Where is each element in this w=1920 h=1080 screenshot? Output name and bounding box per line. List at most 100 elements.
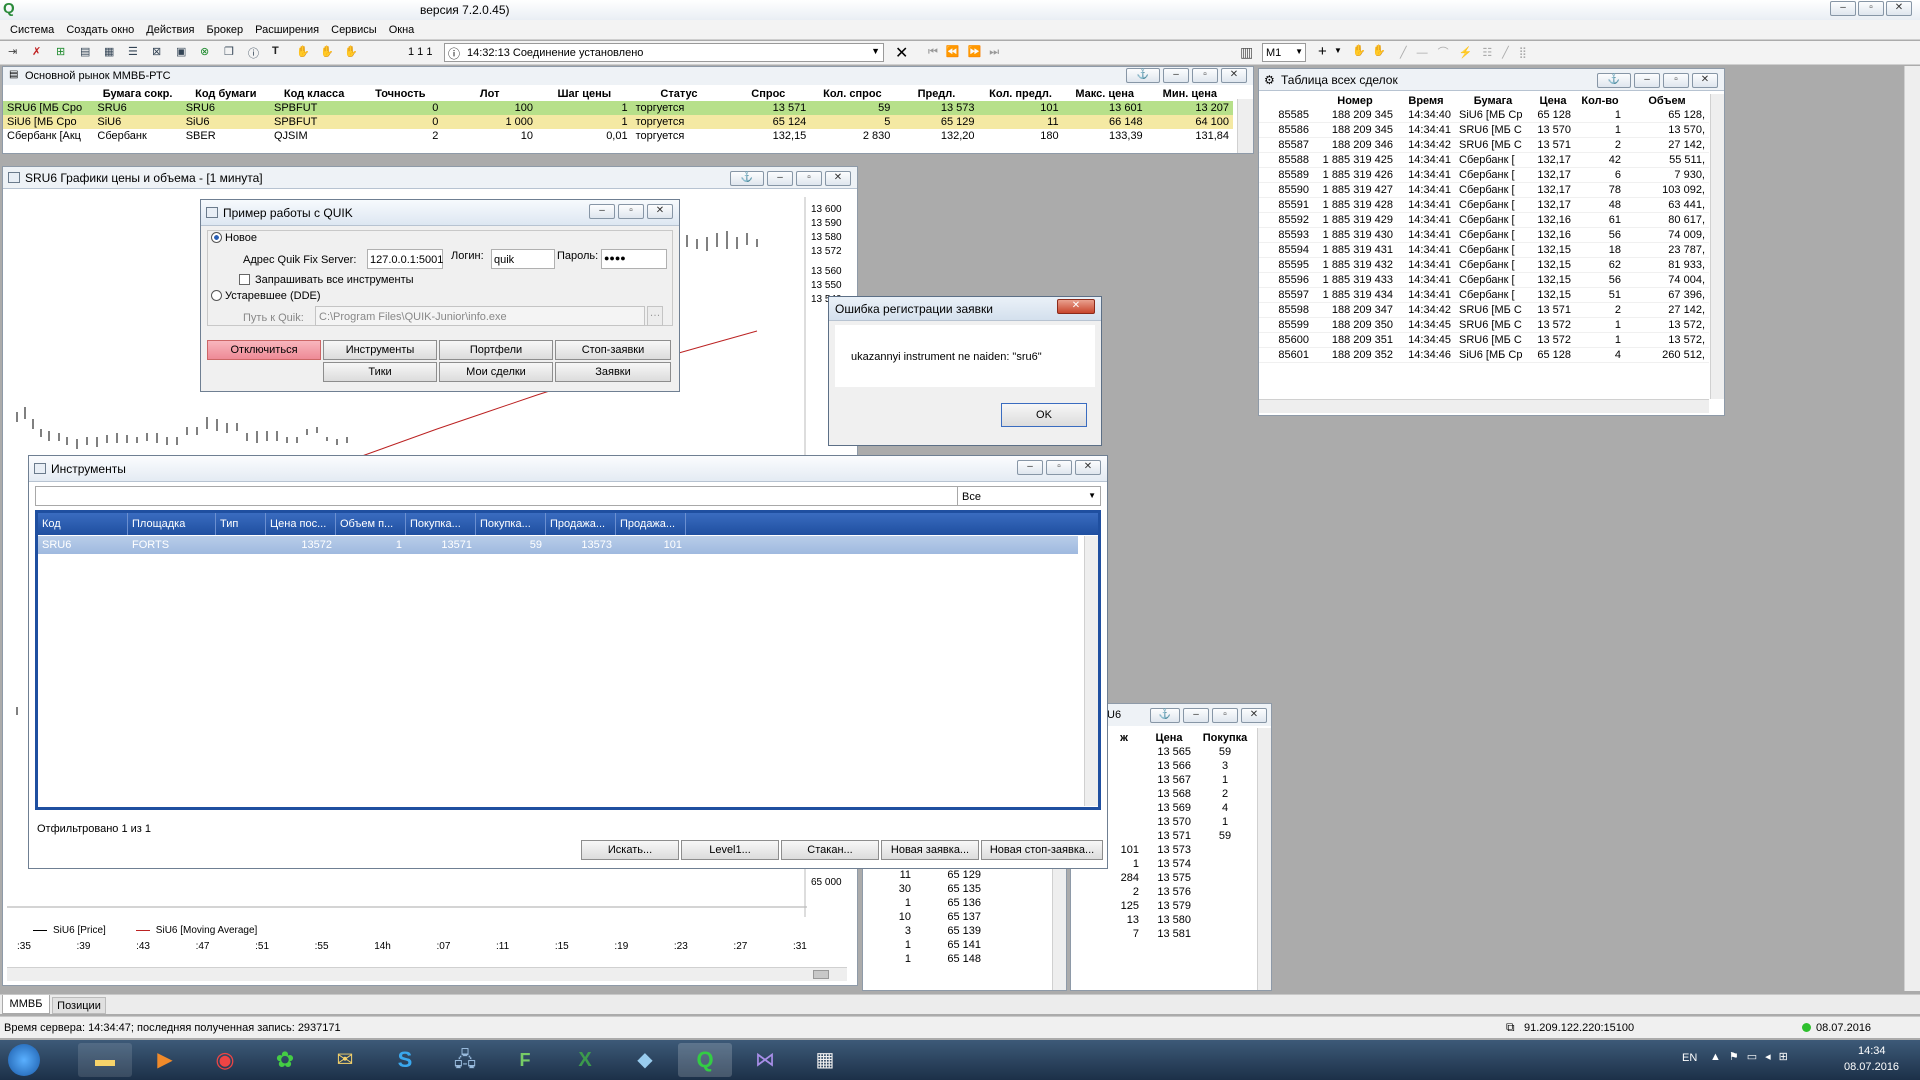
start-button-icon[interactable] [8,1044,40,1076]
orderbook-si-row[interactable]: 10 65 137 [865,910,1045,924]
chart-hscrollbar[interactable] [7,967,847,981]
quik-demo-minimize-button[interactable]: – [589,204,615,219]
market-close-button[interactable]: ✕ [1221,68,1247,83]
trades-close-button[interactable]: ✕ [1692,73,1718,88]
zoom-chevron-icon[interactable]: ▼ [1334,46,1342,55]
error-ok-button[interactable]: OK [1001,403,1087,427]
bar-chart-icon[interactable]: ▥ [1240,44,1253,61]
orderbook-si-row[interactable]: 1 65 148 [865,952,1045,966]
explorer-icon[interactable]: ▬ [78,1043,132,1077]
trades-row[interactable]: 85588 1 885 319 425 14:34:41 Сбербанк [132,… [1259,152,1709,168]
orderbook-row[interactable]: 13 569 4 [1105,801,1255,815]
flower-app-icon[interactable]: ✿ [258,1043,312,1077]
orderbook-minimize-button[interactable]: – [1183,708,1209,723]
orderbook-row[interactable]: 13 567 1 [1105,773,1255,787]
new-order-button[interactable]: Новая заявка... [881,840,979,860]
col-header[interactable]: Код бумаги [182,87,270,101]
orderbook-si-row[interactable]: 3 65 139 [865,924,1045,938]
col-header[interactable]: Предл. [894,87,978,101]
col-header-ask-qty[interactable]: Продажа... [616,513,686,535]
col-header[interactable]: Точность [358,87,442,101]
trades-row[interactable]: 85597 1 885 319 434 14:34:41 Сбербанк [132,… [1259,287,1709,303]
market-maximize-button[interactable]: ▫ [1192,68,1218,83]
visual-studio-icon[interactable]: ⋈ [738,1043,792,1077]
app-maximize-button[interactable]: ▫ [1858,1,1884,16]
trades-row[interactable]: 85591 1 885 319 428 14:34:41 Сбербанк [132,… [1259,197,1709,213]
chart-close-button[interactable]: ✕ [825,171,851,186]
quik-demo-maximize-button[interactable]: ▫ [618,204,644,219]
col-header[interactable]: Лот [442,87,537,101]
col-header-bid-qty[interactable]: Покупка... [476,513,546,535]
orderbook-close-button[interactable]: ✕ [1241,708,1267,723]
market-anchor-button[interactable]: ⚓ [1126,68,1160,83]
chart-scroll-thumb[interactable] [813,970,829,979]
status-dropdown[interactable]: ⓘ 14:32:13 Соединение установлено ▼ [444,43,884,62]
table-icon[interactable]: ▤ [80,45,98,61]
instruments-maximize-button[interactable]: ▫ [1046,460,1072,475]
search-button[interactable]: Искать... [581,840,679,860]
market-minimize-button[interactable]: – [1163,68,1189,83]
trades-row[interactable]: 85587 188 209 346 14:34:42 SRU6 [МБ С 13 571… [1259,137,1709,153]
excel-icon[interactable]: X [558,1043,612,1077]
hand2-icon[interactable]: ✋ [320,45,338,61]
menu-item-services[interactable]: Сервисы [325,20,383,40]
orderbook-row[interactable]: 7 13 581 [1105,927,1255,941]
col-header[interactable]: Шаг цены [537,87,632,101]
pan-hand-icon[interactable]: ✋ [1352,44,1366,57]
col-header[interactable]: Цена [1531,94,1575,108]
media-player-icon[interactable]: ▶ [138,1043,192,1077]
col-header[interactable]: Кол. предл. [979,87,1063,101]
col-header-code[interactable]: Код [38,513,128,535]
col-header[interactable]: Мин. цена [1147,87,1233,101]
orderbook-si-row[interactable]: 11 65 129 [865,868,1045,882]
instruments-button[interactable]: Инструменты [323,340,437,360]
fx-app-icon[interactable]: F [498,1043,552,1077]
cancel-icon[interactable]: ⊗ [200,45,218,61]
network-app-icon[interactable]: 🖧 [438,1043,492,1077]
col-header[interactable] [3,87,93,101]
my-trades-button[interactable]: Мои сделки [439,362,553,382]
grab-hand-icon[interactable]: ✋ [1372,44,1386,57]
tab-mmvb[interactable]: ММВБ [2,995,50,1014]
trades-row[interactable]: 85599 188 209 350 14:34:45 SRU6 [МБ С 13 572… [1259,317,1709,333]
orderbook-si-row[interactable]: 1 65 141 [865,938,1045,952]
col-header-volume[interactable]: Объем п... [336,513,406,535]
orderbook-row[interactable]: 13 13 580 [1105,913,1255,927]
col-header[interactable]: Код класса [270,87,358,101]
ticks-button[interactable]: Тики [323,362,437,382]
menu-item-extensions[interactable]: Расширения [249,20,325,40]
orderbook-row[interactable]: 13 571 59 [1105,829,1255,843]
list-icon[interactable]: ☰ [128,45,146,61]
menu-item-broker[interactable]: Брокер [201,20,250,40]
instruments-minimize-button[interactable]: – [1017,460,1043,475]
browse-button[interactable]: … [647,306,663,326]
orderbook-row[interactable]: 13 565 59 [1105,745,1255,759]
skype-icon[interactable]: S [378,1043,432,1077]
trades-row[interactable]: 85590 1 885 319 427 14:34:41 Сбербанк [132,… [1259,182,1709,198]
chrome-icon[interactable]: ◉ [198,1043,252,1077]
trades-row[interactable]: 85598 188 209 347 14:34:42 SRU6 [МБ С 13 571… [1259,302,1709,318]
trades-row[interactable]: 85589 1 885 319 426 14:34:41 Сбербанк [132,… [1259,167,1709,183]
playback-controls[interactable]: ⏮⏪⏩⏭ [928,45,1007,59]
server-input[interactable]: 127.0.0.1:5001 [367,249,443,269]
market-row-sru6[interactable]: SRU6 [МБ Сро SRU6 SRU6 SPBFUT 0 100 1 то… [3,101,1233,115]
level1-button[interactable]: Level1... [681,840,779,860]
col-header-last-price[interactable]: Цена пос... [266,513,336,535]
orderbook-row[interactable]: 13 568 2 [1105,787,1255,801]
menu-item-windows[interactable]: Окна [383,20,421,40]
hand-icon[interactable]: ✋ [296,45,314,61]
copy-icon[interactable]: ❐ [224,45,242,61]
chart-anchor-button[interactable]: ⚓ [730,171,764,186]
instruments-vscrollbar[interactable] [1084,536,1098,806]
col-header-venue[interactable]: Площадка [128,513,216,535]
request-all-checkbox[interactable] [239,274,250,285]
orderbook-row[interactable]: 284 13 575 [1105,871,1255,885]
app-close-button[interactable]: ✕ [1886,1,1912,16]
trades-anchor-button[interactable]: ⚓ [1597,73,1631,88]
trades-vscrollbar[interactable] [1710,94,1724,399]
app-minimize-button[interactable]: – [1830,1,1856,16]
orderbook-si-row[interactable]: 1 65 136 [865,896,1045,910]
chart-minimize-button[interactable]: – [767,171,793,186]
col-header-ask[interactable]: Продажа... [546,513,616,535]
chevron-down-icon[interactable]: ▼ [871,46,880,56]
